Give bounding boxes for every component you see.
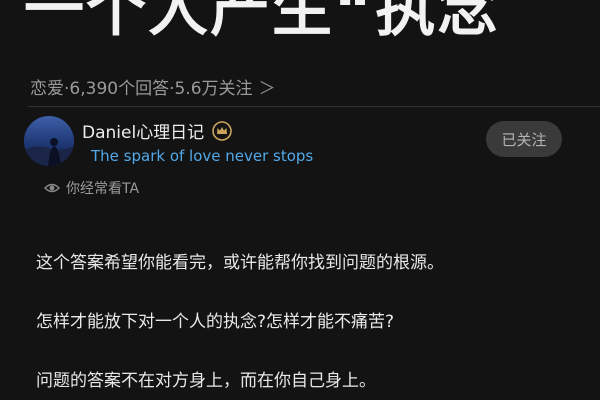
answer-paragraph: 怎样才能放下对一个人的执念?怎样才能不痛苦? bbox=[36, 312, 395, 332]
author-name-row: Daniel心理日记 bbox=[82, 118, 232, 143]
crown-badge-icon bbox=[212, 120, 232, 141]
chevron-right-icon: ＞ bbox=[258, 79, 276, 99]
seen-often-row: 你经常看TA bbox=[44, 178, 139, 198]
question-meta-text: 恋爱·6,390个回答·5.6万关注 bbox=[30, 79, 253, 99]
follow-button[interactable]: 已关注 bbox=[486, 121, 562, 157]
author-bio: The spark of love never stops bbox=[91, 147, 314, 165]
question-meta-link[interactable]: 恋爱·6,390个回答·5.6万关注 ＞ bbox=[30, 74, 276, 99]
author-name[interactable]: Daniel心理日记 bbox=[82, 118, 204, 143]
question-title: 一个人产生“执念 bbox=[24, 0, 500, 45]
seen-often-text: 你经常看TA bbox=[66, 181, 140, 197]
eye-icon bbox=[44, 180, 60, 196]
avatar[interactable] bbox=[24, 116, 74, 166]
divider bbox=[28, 106, 600, 107]
answer-paragraph: 这个答案希望你能看完，或许能帮你找到问题的根源。 bbox=[36, 253, 444, 273]
answer-paragraph: 问题的答案不在对方身上，而在你自己身上。 bbox=[36, 371, 376, 391]
